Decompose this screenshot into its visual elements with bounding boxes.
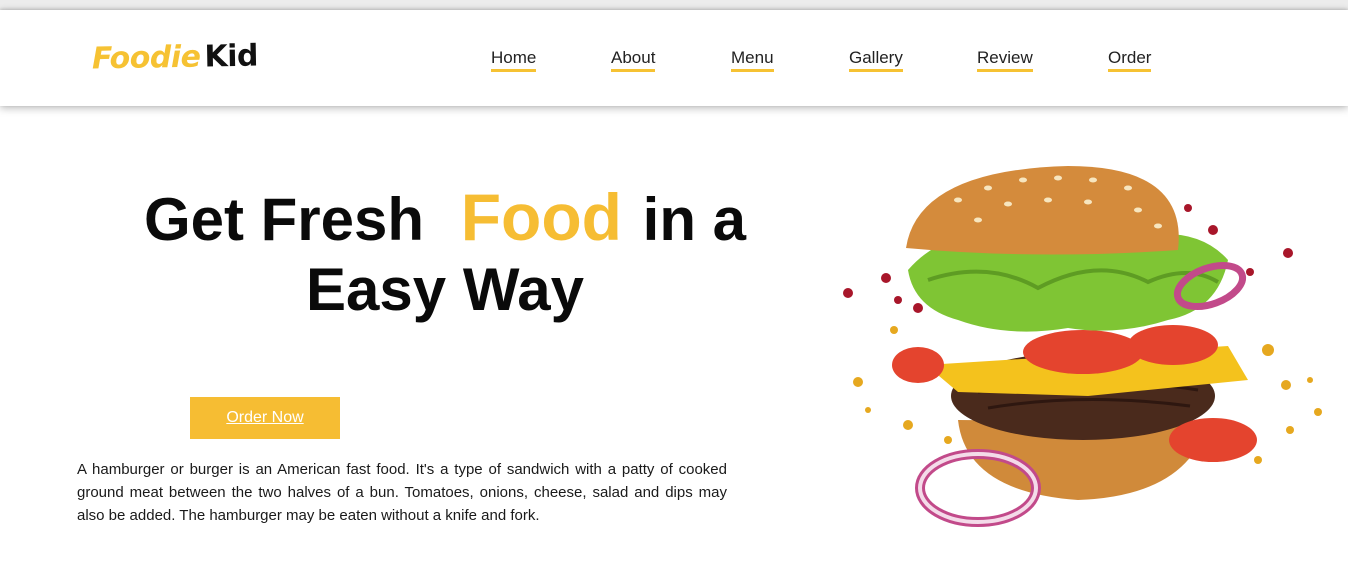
tomato-slice xyxy=(1128,325,1218,365)
hero-title-part2: in a xyxy=(642,186,747,253)
site-header: Foodie Kid Home About Menu Gallery Revie… xyxy=(0,10,1348,106)
hero-title-part1: Get Fresh xyxy=(143,186,425,253)
order-now-button[interactable]: Order Now xyxy=(190,397,340,439)
nav-review[interactable]: Review xyxy=(977,48,1033,72)
tomato-slice xyxy=(1023,330,1143,374)
nav-home[interactable]: Home xyxy=(491,48,537,72)
nav-gallery[interactable]: Gallery xyxy=(849,48,903,72)
nav-order[interactable]: Order xyxy=(1108,48,1152,72)
burger-illustration xyxy=(843,166,1322,527)
main-nav: Home About Menu Gallery Review Order xyxy=(0,10,1348,106)
tomato-slice xyxy=(892,347,944,383)
tomato-slice xyxy=(1169,418,1257,462)
nav-menu[interactable]: Menu xyxy=(731,48,774,72)
hero-title-highlight: Food xyxy=(460,180,622,254)
hero-title: Get Fresh Food in a Easy Way xyxy=(80,182,810,325)
browser-top-strip xyxy=(0,0,1348,10)
hero-title-line2: Easy Way xyxy=(306,256,584,323)
hero-description: A hamburger or burger is an American fas… xyxy=(77,461,727,524)
nav-about[interactable]: About xyxy=(611,48,656,72)
